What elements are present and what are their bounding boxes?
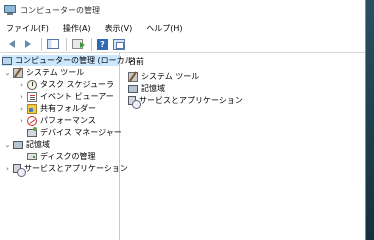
chevron-right-icon[interactable]: › [18, 117, 25, 125]
list-item-services-and-applications[interactable]: サービスとアプリケーション [128, 95, 243, 109]
tree-item-label: パフォーマンス [40, 116, 96, 125]
tree-item-label: サービスとアプリケーション [24, 164, 128, 173]
chevron-down-icon[interactable]: ⌄ [4, 69, 11, 77]
tree-item-storage[interactable]: ⌄ 記憶域 [4, 139, 50, 150]
chevron-right-icon[interactable]: › [18, 81, 25, 89]
disk-icon [27, 153, 37, 160]
services-icon [128, 96, 141, 109]
toolbar-separator [41, 37, 42, 51]
list-item-label: サービスとアプリケーション [139, 96, 243, 105]
chevron-right-icon[interactable]: › [18, 93, 25, 101]
tree-item-label: デバイス マネージャー [40, 128, 122, 137]
device-manager-icon [27, 126, 37, 137]
toolbar: ? [0, 36, 365, 53]
storage-icon [128, 84, 138, 93]
tree-item-label: システム ツール [26, 68, 85, 77]
toolbar-separator [91, 37, 92, 51]
tree-item-performance[interactable]: › パフォーマンス [18, 115, 96, 126]
menu-bar: ファイル(F) 操作(A) 表示(V) ヘルプ(H) [0, 20, 365, 36]
tree-item-device-manager[interactable]: デバイス マネージャー [27, 126, 122, 138]
window-title: コンピューターの管理 [20, 5, 100, 15]
menu-help[interactable]: ヘルプ(H) [146, 23, 182, 34]
export-list-button[interactable] [71, 38, 85, 51]
tree-item-label: コンピューターの管理 (ローカル) [15, 56, 136, 65]
back-icon [8, 40, 15, 48]
tree-item-task-scheduler[interactable]: › タスク スケジューラ [18, 79, 114, 90]
help-button[interactable]: ? [96, 38, 109, 51]
chevron-right-icon[interactable]: › [4, 165, 11, 173]
tree-item-label: ディスクの管理 [40, 152, 96, 161]
tools-icon [13, 67, 23, 78]
back-button[interactable] [5, 38, 18, 51]
performance-icon [27, 115, 37, 126]
storage-icon [13, 140, 23, 149]
show-hide-tree-button[interactable] [46, 38, 59, 51]
list-item-label: 記憶域 [141, 84, 165, 93]
help-icon: ? [97, 38, 108, 50]
event-viewer-icon [27, 91, 37, 102]
chevron-right-icon[interactable]: › [18, 105, 25, 113]
tree-item-label: 記憶域 [26, 140, 50, 149]
tree-item-event-viewer[interactable]: › イベント ビューアー [18, 91, 114, 102]
forward-icon [24, 40, 31, 48]
chevron-down-icon[interactable]: ⌄ [4, 141, 11, 149]
toolbar-separator [66, 37, 67, 51]
list-item-system-tools[interactable]: システム ツール [128, 71, 199, 82]
list-item-label: システム ツール [141, 72, 200, 81]
services-icon [13, 164, 26, 177]
clock-icon [27, 79, 37, 90]
list-item-storage[interactable]: 記憶域 [128, 83, 165, 94]
tree-item-computer-management[interactable]: コンピューターの管理 (ローカル) [2, 55, 136, 66]
tree-item-shared-folders[interactable]: › 共有フォルダー [18, 103, 96, 114]
export-list-icon [72, 39, 85, 49]
menu-file[interactable]: ファイル(F) [6, 23, 49, 34]
desktop-background [366, 0, 374, 240]
title-bar[interactable]: コンピューターの管理 [0, 0, 365, 20]
computer-management-icon [2, 56, 12, 65]
tools-icon [128, 71, 138, 82]
column-header-name[interactable]: 名前 [120, 53, 366, 69]
show-hide-tree-icon [46, 39, 59, 49]
tree-item-system-tools[interactable]: ⌄ システム ツール [4, 67, 84, 78]
console-tree[interactable]: コンピューターの管理 (ローカル) ⌄ システム ツール › タスク スケジュー… [0, 53, 136, 240]
main-content: コンピューターの管理 (ローカル) ⌄ システム ツール › タスク スケジュー… [0, 53, 366, 240]
menu-view[interactable]: 表示(V) [105, 23, 133, 34]
tree-item-disk-management[interactable]: ディスクの管理 [27, 151, 95, 162]
computer-management-window: コンピューターの管理 ファイル(F) 操作(A) 表示(V) ヘルプ(H) ? … [0, 0, 366, 240]
properties-button[interactable] [112, 38, 125, 51]
shared-folder-icon [27, 103, 37, 114]
computer-management-app-icon [4, 4, 16, 16]
menu-action[interactable]: 操作(A) [63, 23, 91, 34]
tree-item-label: イベント ビューアー [40, 92, 114, 101]
results-pane[interactable]: 名前 システム ツール 記憶域 サービスとアプリケーション [120, 53, 366, 240]
tree-item-services-and-applications[interactable]: › サービスとアプリケーション [4, 163, 128, 177]
forward-button[interactable] [21, 38, 34, 51]
tree-item-label: 共有フォルダー [40, 104, 96, 113]
properties-icon [112, 38, 125, 50]
tree-item-label: タスク スケジューラ [40, 80, 114, 89]
